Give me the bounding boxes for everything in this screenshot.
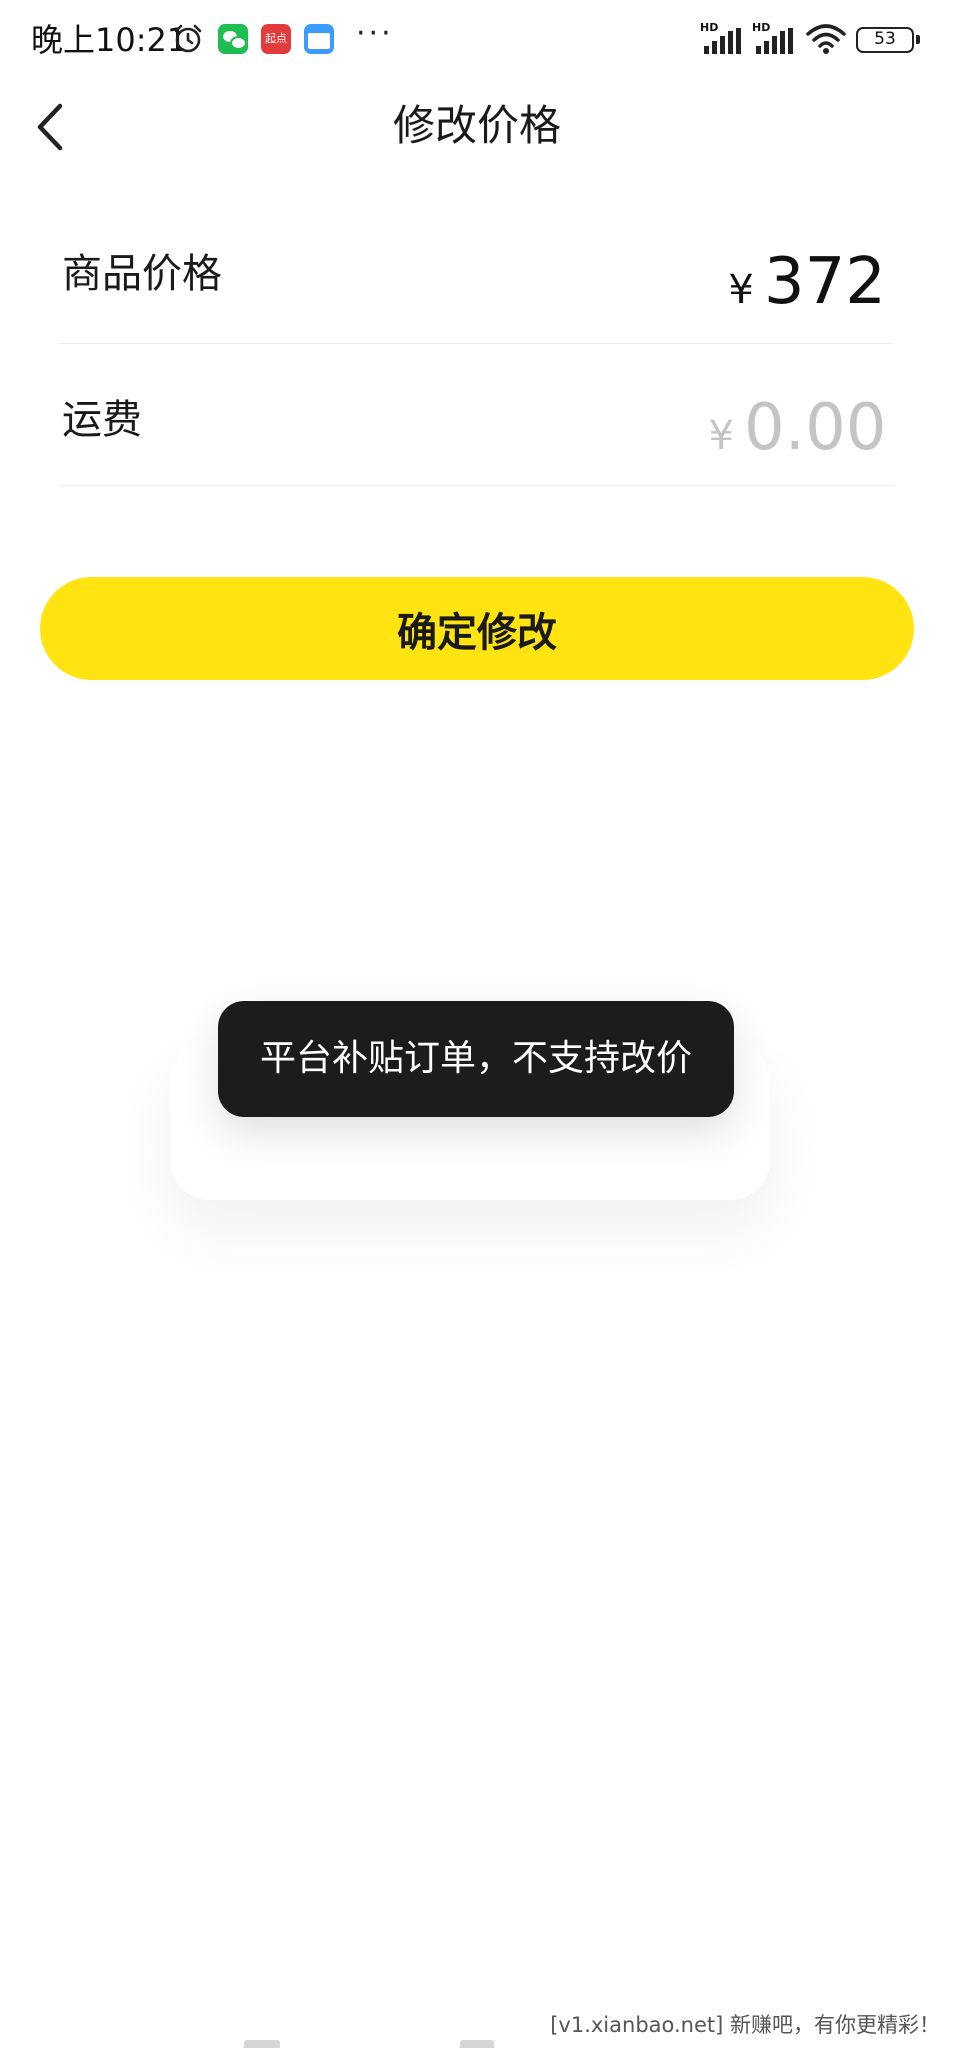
alarm-icon [174,24,202,53]
shipping-currency-symbol: ¥ [708,413,734,459]
product-price-label: 商品价格 [62,251,222,297]
more-notifications-icon: ··· [356,16,394,51]
wifi-icon [806,24,846,54]
qidian-icon: 起点 [261,24,291,54]
product-price-field[interactable]: ¥ 372 [728,244,886,320]
page-title: 修改价格 [392,101,561,150]
nav-bar: 修改价格 [0,82,954,170]
signal-bars-icon [704,28,741,54]
status-bar: 晚上10:21 起点 ··· HD HD 53 [0,0,954,82]
product-price-row: 商品价格 ¥ 372 [60,202,894,344]
nav-hint-center [460,2040,494,2048]
status-time: 晚上10:21 [31,21,188,59]
signal-bars-icon-2 [756,28,793,54]
nav-hint-left [244,2040,280,2048]
wechat-icon [218,24,248,54]
confirm-modify-button[interactable]: 确定修改 [40,577,914,680]
signal-icon-2: HD [752,22,796,58]
watermark-text: [v1.xianbao.net] 新赚吧，有你更精彩！ [550,2013,940,2037]
shipping-fee-label: 运费 [62,397,142,443]
modify-price-screen: 晚上10:21 起点 ··· HD HD 53 修改价格 商品价格 ¥ 372 … [0,0,954,2048]
toast-message: 平台补贴订单，不支持改价 [218,1001,734,1117]
shipping-fee-input[interactable] [744,390,886,466]
calendar-icon [304,24,334,54]
product-price-value[interactable]: 372 [764,244,886,320]
price-currency-symbol: ¥ [728,267,754,313]
shipping-fee-field[interactable]: ¥ [709,390,886,466]
signal-icon: HD [700,22,744,58]
shipping-fee-row: 运费 ¥ [60,344,894,486]
battery-icon: 53 [856,27,920,53]
